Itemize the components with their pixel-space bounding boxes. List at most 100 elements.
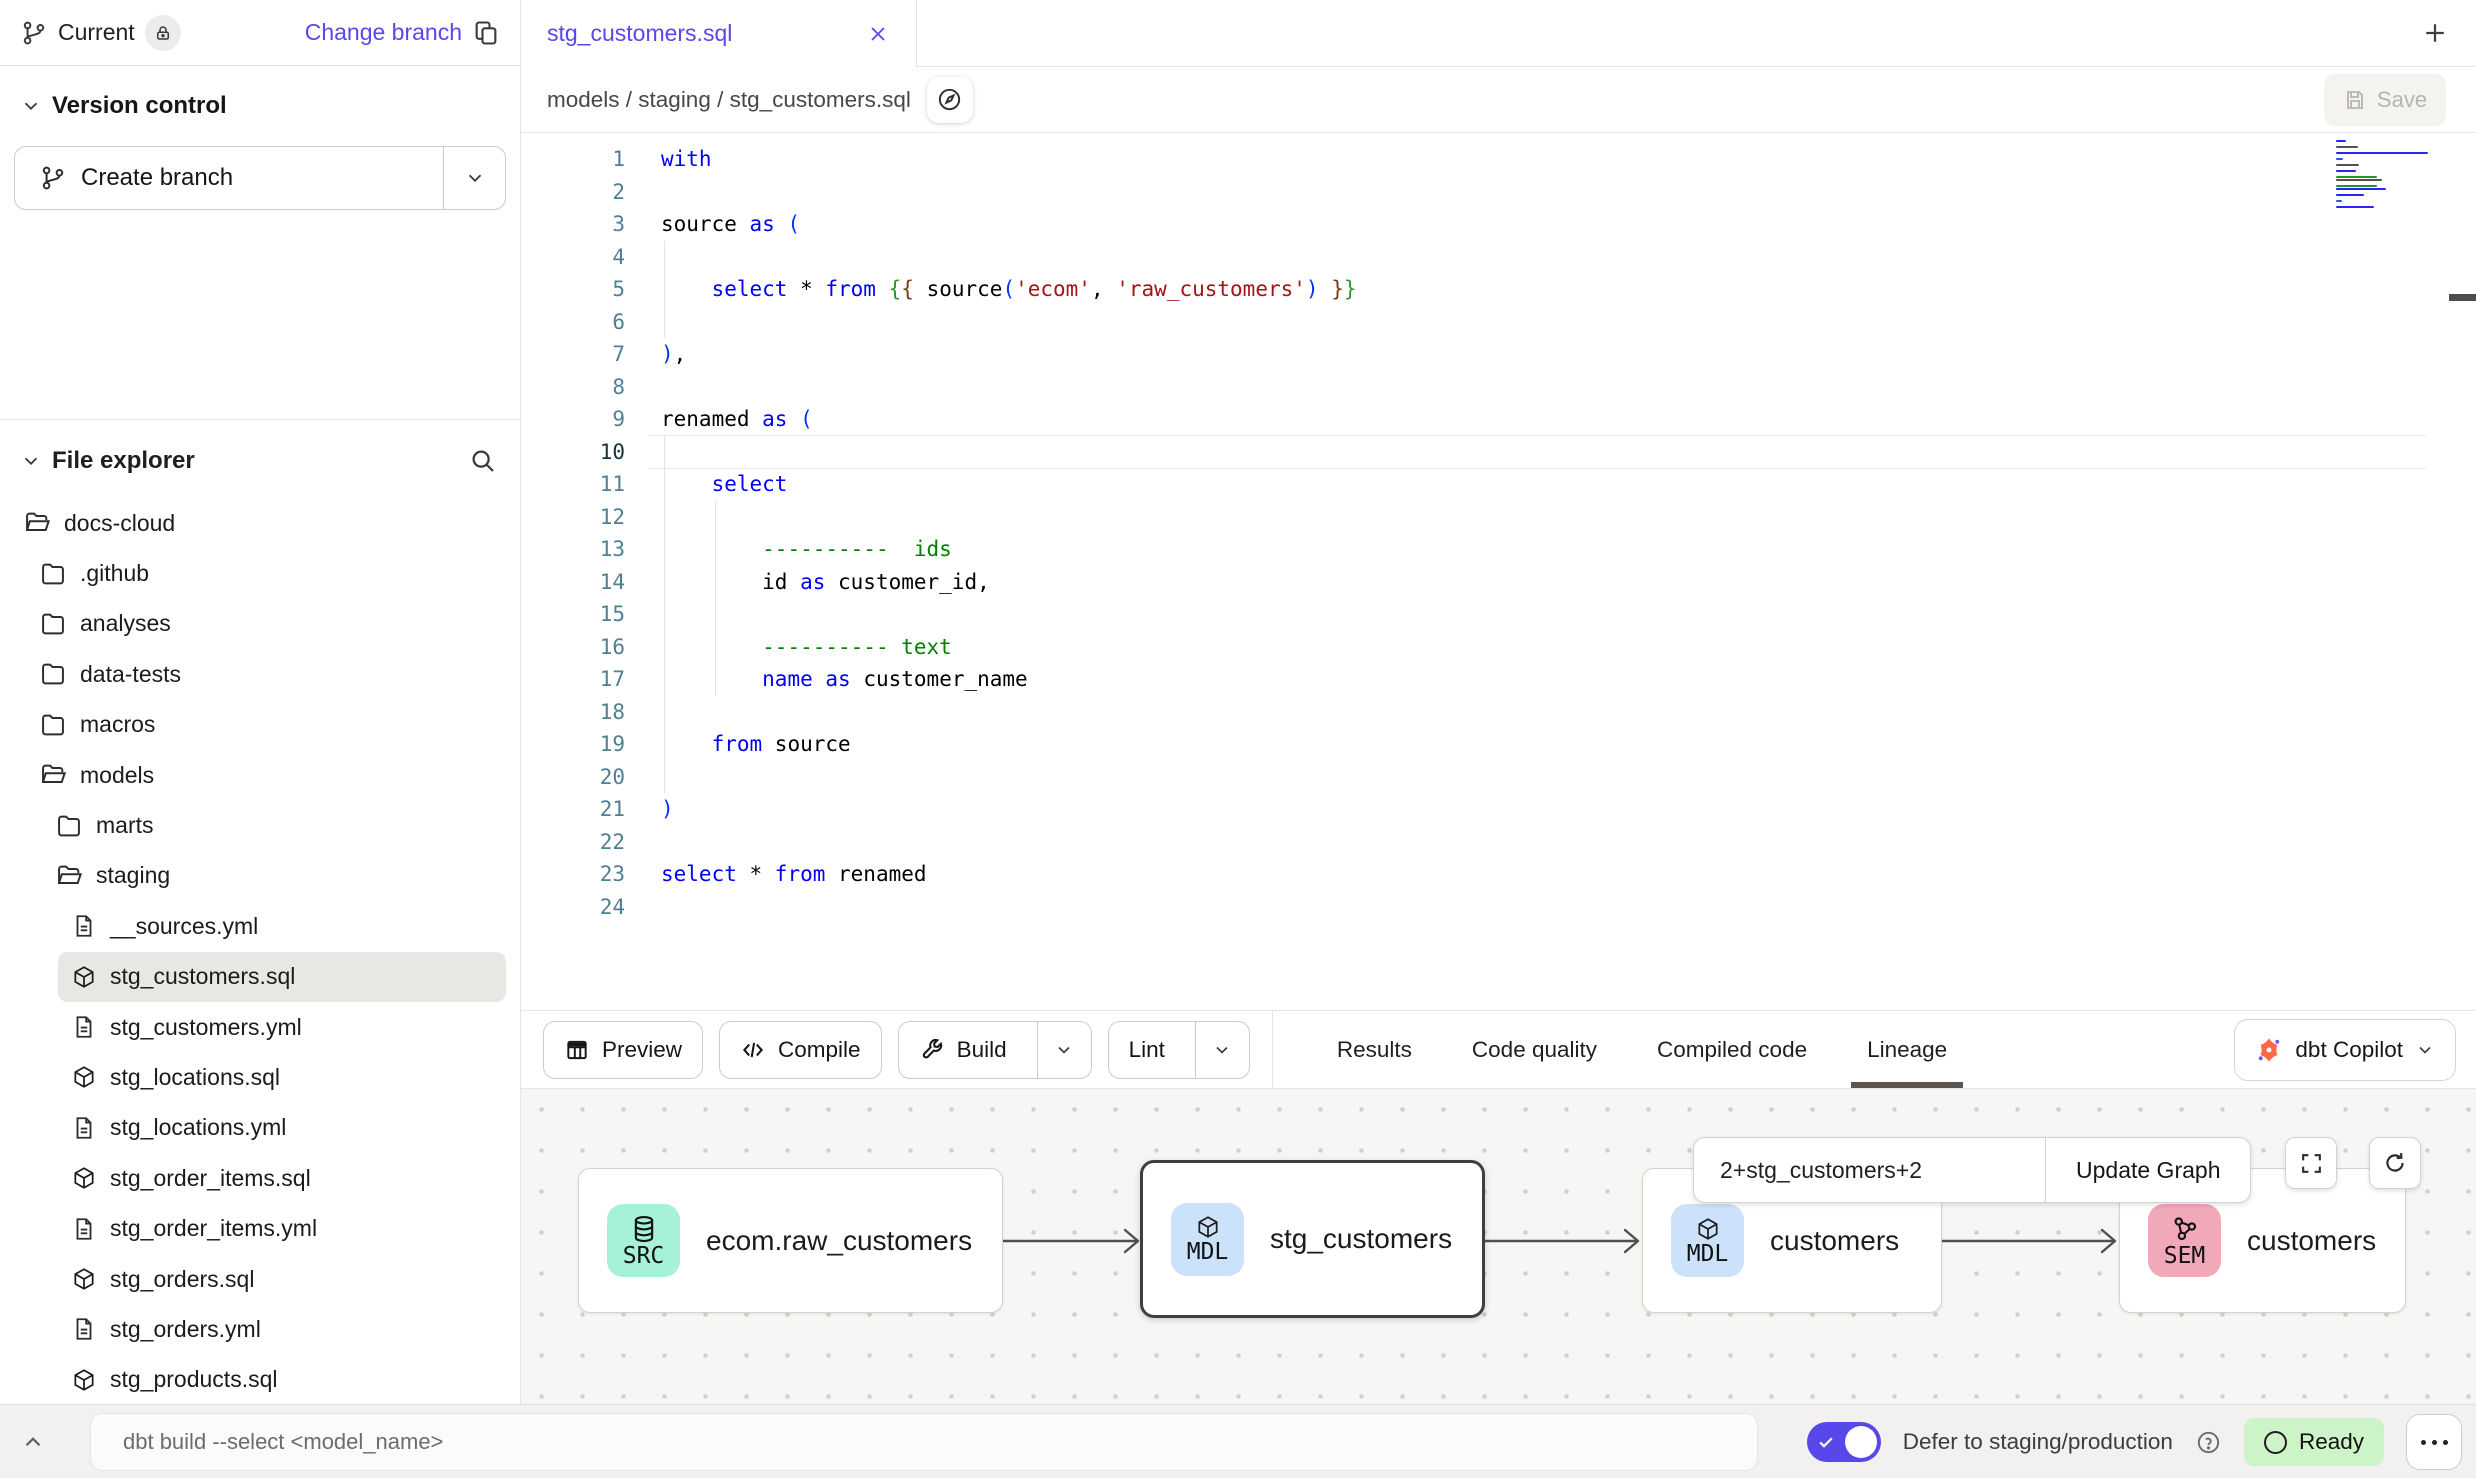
change-branch-link[interactable]: Change branch (305, 19, 462, 46)
code-line-19[interactable]: 19 from source (521, 728, 2476, 761)
code-line-22[interactable]: 22 (521, 826, 2476, 859)
line-number: 6 (521, 310, 661, 334)
lineage-selector-input[interactable]: 2+stg_customers+2 (1694, 1138, 2046, 1202)
lint-dropdown[interactable] (1195, 1022, 1249, 1078)
code-line-6[interactable]: 6 (521, 306, 2476, 339)
refresh-button[interactable] (2369, 1137, 2421, 1189)
save-button[interactable]: Save (2324, 74, 2446, 126)
lineage-node-src-ecom-raw-customers[interactable]: SRCecom.raw_customers (578, 1168, 1003, 1313)
help-icon[interactable] (2195, 1429, 2222, 1456)
close-icon[interactable] (866, 22, 890, 46)
folder-icon (55, 812, 83, 840)
tab-stg-customers-sql[interactable]: stg_customers.sql (521, 0, 917, 67)
new-tab-icon[interactable] (2420, 18, 2450, 48)
code-line-1[interactable]: 1with (521, 143, 2476, 176)
code-editor[interactable]: 1with23source as (45 select * from {{ so… (521, 133, 2476, 1010)
file-name: docs-cloud (64, 510, 175, 537)
file-tree-item-docs-cloud[interactable]: docs-cloud (10, 498, 506, 548)
code-line-2[interactable]: 2 (521, 176, 2476, 209)
git-branch-icon (39, 164, 67, 192)
panel-tab-lineage[interactable]: Lineage (1837, 1011, 1977, 1088)
code-line-17[interactable]: 17 name as customer_name (521, 663, 2476, 696)
code-line-20[interactable]: 20 (521, 761, 2476, 794)
file-tree-item-stg-products-sql[interactable]: stg_products.sql (58, 1355, 506, 1404)
build-label: Build (957, 1037, 1007, 1063)
file-icon (71, 913, 97, 939)
file-tree-item-stg-customers-yml[interactable]: stg_customers.yml (58, 1002, 506, 1052)
code-line-5[interactable]: 5 select * from {{ source('ecom', 'raw_c… (521, 273, 2476, 306)
build-dropdown[interactable] (1037, 1022, 1091, 1078)
create-branch-dropdown[interactable] (443, 147, 505, 209)
file-tree-item-stg-orders-sql[interactable]: stg_orders.sql (58, 1254, 506, 1304)
file-tree-item-macros[interactable]: macros (26, 700, 506, 750)
file-tree-item-stg-locations-sql[interactable]: stg_locations.sql (58, 1052, 506, 1102)
code-line-11[interactable]: 11 select (521, 468, 2476, 501)
code-line-8[interactable]: 8 (521, 371, 2476, 404)
file-tree-item-stg-order-items-sql[interactable]: stg_order_items.sql (58, 1153, 506, 1203)
file-tree-item-stg-locations-yml[interactable]: stg_locations.yml (58, 1103, 506, 1153)
code-line-24[interactable]: 24 (521, 891, 2476, 924)
build-button[interactable]: Build (898, 1021, 1092, 1079)
file-tree-item-marts[interactable]: marts (42, 800, 506, 850)
copilot-trigger-button[interactable] (927, 77, 973, 123)
code-line-4[interactable]: 4 (521, 241, 2476, 274)
file-explorer-header[interactable]: File explorer (0, 420, 520, 476)
code-line-21[interactable]: 21) (521, 793, 2476, 826)
file-icon (71, 1316, 97, 1342)
panel-tab-compiled-code[interactable]: Compiled code (1627, 1011, 1837, 1088)
code-line-15[interactable]: 15 (521, 598, 2476, 631)
fullscreen-button[interactable] (2285, 1137, 2337, 1189)
file-tree-item-stg-orders-yml[interactable]: stg_orders.yml (58, 1304, 506, 1354)
code-line-18[interactable]: 18 (521, 696, 2476, 729)
copilot-label: dbt Copilot (2295, 1037, 2403, 1063)
update-graph-button[interactable]: Update Graph (2046, 1138, 2250, 1202)
code-line-13[interactable]: 13 ---------- ids (521, 533, 2476, 566)
graph-controls: 2+stg_customers+2 Update Graph (1693, 1137, 2251, 1203)
panel-tab-code-quality[interactable]: Code quality (1442, 1011, 1627, 1088)
code-lines: 1with23source as (45 select * from {{ so… (521, 133, 2476, 923)
file-tree-item-staging[interactable]: staging (42, 851, 506, 901)
file-tree-item-stg-customers-sql[interactable]: stg_customers.sql (58, 952, 506, 1002)
lineage-node-mdl-stg-customers[interactable]: MDLstg_customers (1140, 1160, 1485, 1318)
code-line-9[interactable]: 9renamed as ( (521, 403, 2476, 436)
node-type-badge: SRC (607, 1204, 680, 1277)
expand-history-icon[interactable] (20, 1429, 46, 1455)
code-line-10[interactable]: 10 (521, 436, 2476, 469)
file-tree-item-stg-order-items-yml[interactable]: stg_order_items.yml (58, 1203, 506, 1253)
more-options-button[interactable] (2406, 1414, 2462, 1470)
code-line-12[interactable]: 12 (521, 501, 2476, 534)
minimap[interactable] (2336, 140, 2448, 212)
file-tree-item--github[interactable]: .github (26, 548, 506, 598)
file-tree-item--sources-yml[interactable]: __sources.yml (58, 901, 506, 951)
code-line-7[interactable]: 7), (521, 338, 2476, 371)
dbt-copilot-button[interactable]: dbt Copilot (2234, 1019, 2456, 1081)
lineage-panel[interactable]: SRCecom.raw_customers MDLstg_customers MDL… (521, 1089, 2476, 1404)
line-number: 11 (521, 472, 661, 496)
file-tree-item-data-tests[interactable]: data-tests (26, 649, 506, 699)
ide-status-badge[interactable]: Ready (2244, 1418, 2384, 1466)
line-text: ) (661, 797, 674, 821)
file-name: __sources.yml (110, 913, 258, 940)
cube-icon (71, 1266, 97, 1292)
code-line-16[interactable]: 16 ---------- text (521, 631, 2476, 664)
compile-button[interactable]: Compile (719, 1021, 882, 1079)
badge-label: MDL (1687, 1242, 1729, 1266)
save-icon (2343, 88, 2367, 112)
version-control-header[interactable]: Version control (0, 66, 520, 120)
scrollbar-handle[interactable] (2449, 294, 2476, 301)
create-branch-button[interactable]: Create branch (14, 146, 506, 210)
defer-toggle[interactable] (1807, 1422, 1881, 1462)
file-tree-item-analyses[interactable]: analyses (26, 599, 506, 649)
code-line-14[interactable]: 14 id as customer_id, (521, 566, 2476, 599)
search-icon[interactable] (468, 446, 498, 476)
panel-tab-results[interactable]: Results (1307, 1011, 1442, 1088)
code-line-23[interactable]: 23select * from renamed (521, 858, 2476, 891)
copy-icon[interactable] (472, 19, 500, 47)
command-input[interactable]: dbt build --select <model_name> (90, 1413, 1758, 1471)
file-tree-item-models[interactable]: models (26, 750, 506, 800)
code-line-3[interactable]: 3source as ( (521, 208, 2476, 241)
lint-button[interactable]: Lint (1108, 1021, 1250, 1079)
compass-icon (936, 86, 963, 113)
preview-button[interactable]: Preview (543, 1021, 703, 1079)
lock-icon (154, 24, 172, 42)
